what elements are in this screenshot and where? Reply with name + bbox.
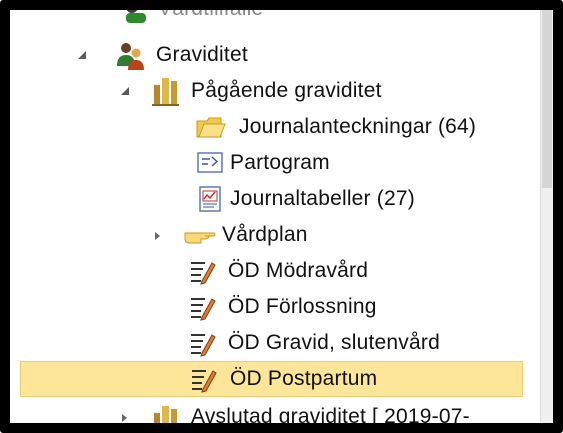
- edit-document-icon: [189, 258, 217, 286]
- expanded-toggle-icon[interactable]: [76, 49, 88, 61]
- tree-item-label: Journaltabeller (27): [230, 187, 415, 210]
- edit-document-icon: [190, 366, 218, 394]
- window-frame: Vårdtillfälle Graviditet Pågående gravid…: [0, 0, 563, 433]
- tree-item-label: Vårdplan: [222, 223, 308, 246]
- tree-item-label: Graviditet: [156, 43, 248, 66]
- tree-item-label: Vårdtillfälle: [158, 0, 264, 20]
- tree-item-journaltabeller[interactable]: Journaltabeller (27): [10, 181, 539, 217]
- tree-item-vardplan[interactable]: Vårdplan: [10, 217, 539, 253]
- tree-item-pagaende-graviditet[interactable]: Pågående graviditet: [10, 73, 539, 109]
- tree-item-label: ÖD Gravid, slutenvård: [228, 331, 440, 354]
- tree-item-od-gravid-slutenvard[interactable]: ÖD Gravid, slutenvård: [10, 325, 539, 361]
- hand-icon: [183, 223, 217, 247]
- tree-item-label: Journalanteckningar (64): [239, 115, 477, 138]
- edit-document-icon: [189, 330, 217, 358]
- expanded-toggle-icon[interactable]: [119, 85, 131, 97]
- table-chart-icon: [196, 185, 224, 213]
- people-icon: [114, 40, 146, 72]
- tree-item-label: ÖD Mödravård: [228, 259, 369, 282]
- tree-item-label: Avslutad graviditet [ 2019-07-: [191, 405, 470, 428]
- partogram-icon: [196, 150, 224, 178]
- tree-item-od-modravard[interactable]: ÖD Mödravård: [10, 253, 539, 289]
- binder-icon: [150, 403, 180, 423]
- tree-item-journalanteckningar[interactable]: Journalanteckningar (64): [10, 109, 539, 145]
- folder-notes-icon: [195, 113, 227, 141]
- vertical-scrollbar[interactable]: [540, 10, 553, 423]
- journal-tree: Vårdtillfälle Graviditet Pågående gravid…: [10, 10, 539, 423]
- tree-item-graviditet[interactable]: Graviditet: [10, 37, 539, 73]
- tree-item-label: ÖD Postpartum: [230, 367, 378, 390]
- tree-item-label: Pågående graviditet: [191, 79, 382, 102]
- people-icon: [122, 10, 150, 27]
- tree-item-label: Partogram: [230, 151, 330, 174]
- tree-item-od-forlossning[interactable]: ÖD Förlossning: [10, 289, 539, 325]
- edit-document-icon: [189, 294, 217, 322]
- scrollbar-thumb[interactable]: [542, 10, 552, 188]
- tree-item-partogram[interactable]: Partogram: [10, 145, 539, 181]
- collapsed-toggle-icon[interactable]: [151, 230, 163, 242]
- collapsed-toggle-icon[interactable]: [118, 412, 130, 423]
- tree-item-partial[interactable]: Vårdtillfälle: [10, 0, 539, 30]
- binder-icon: [150, 75, 180, 107]
- tree-item-label: ÖD Förlossning: [228, 295, 377, 318]
- tree-item-avslutad-graviditet[interactable]: Avslutad graviditet [ 2019-07-: [10, 399, 539, 428]
- tree-item-od-postpartum[interactable]: ÖD Postpartum: [20, 361, 523, 397]
